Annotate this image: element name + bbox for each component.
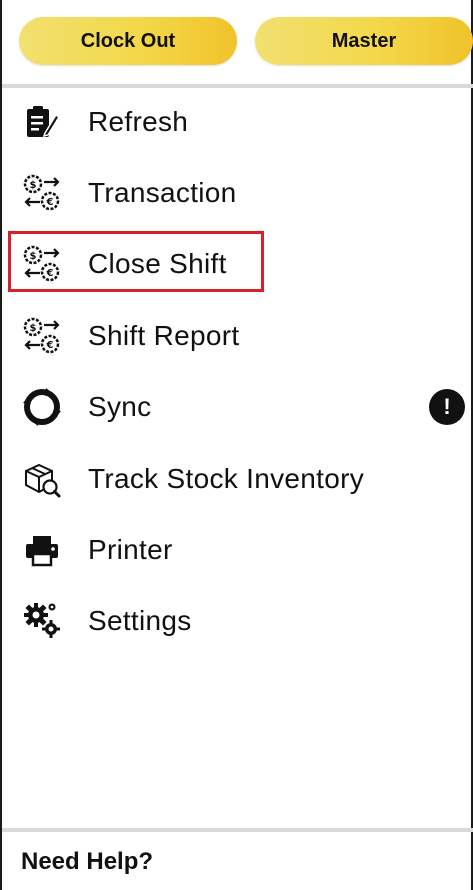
clock-out-label: Clock Out	[80, 29, 176, 52]
need-help-link[interactable]: Need Help?	[21, 848, 153, 876]
money-gears-icon: $ €	[22, 173, 62, 213]
svg-text:€: €	[46, 197, 54, 208]
gears-icon	[22, 601, 62, 641]
close-shift-highlight	[8, 231, 264, 292]
menu-item-settings[interactable]: Settings	[0, 591, 473, 651]
menu-item-label: Shift Report	[88, 320, 240, 351]
money-gears-icon: $ €	[22, 316, 62, 356]
menu-item-label: Sync	[88, 391, 152, 422]
menu-item-refresh[interactable]: Refresh	[0, 92, 473, 152]
clipboard-edit-icon	[22, 102, 62, 142]
menu-item-transaction[interactable]: $ € Transaction	[0, 163, 473, 223]
menu-item-printer[interactable]: Printer	[0, 520, 473, 580]
bottom-divider	[2, 828, 473, 832]
master-label: Master	[331, 29, 397, 52]
sync-alert-badge: !	[429, 389, 465, 425]
svg-text:€: €	[46, 340, 54, 351]
master-button[interactable]: Master	[255, 17, 473, 65]
menu-item-label: Settings	[88, 605, 192, 636]
box-search-icon	[22, 459, 62, 499]
menu-item-sync[interactable]: Sync	[0, 377, 473, 437]
menu-item-label: Track Stock Inventory	[88, 463, 365, 494]
menu-item-track-stock-inventory[interactable]: Track Stock Inventory	[0, 449, 473, 509]
svg-text:$: $	[30, 180, 37, 191]
clock-out-button[interactable]: Clock Out	[19, 17, 237, 65]
top-divider	[2, 84, 473, 88]
menu-item-label: Printer	[88, 534, 173, 565]
top-bar: Clock Out Master	[0, 0, 473, 84]
sync-icon	[22, 387, 62, 427]
svg-text:$: $	[30, 323, 37, 334]
menu-item-shift-report[interactable]: $ € Shift Report	[0, 306, 473, 366]
menu-item-label: Transaction	[88, 177, 237, 208]
menu-item-label: Refresh	[88, 106, 189, 137]
printer-icon	[22, 530, 62, 570]
alert-icon: !	[443, 394, 451, 419]
